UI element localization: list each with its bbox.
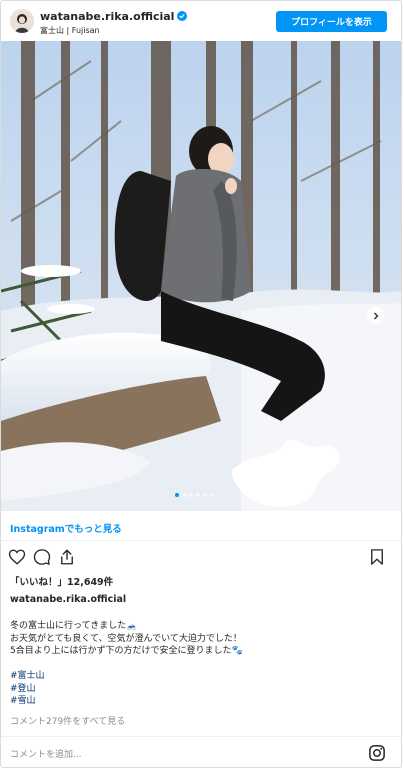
share-icon <box>61 549 73 565</box>
hashtag-link[interactable]: #雪山 <box>10 695 395 708</box>
caption-line: 冬の富士山に行ってきました🗻 <box>10 621 138 631</box>
caption-username[interactable]: watanabe.rika.official <box>10 594 126 605</box>
carousel-dot <box>175 493 179 497</box>
instagram-embed-card: watanabe.rika.official 富士山 | Fujisan プロフ… <box>0 0 402 768</box>
action-bar <box>1 545 401 569</box>
header-username-text[interactable]: watanabe.rika.official <box>40 10 174 23</box>
hashtag-link[interactable]: #富士山 <box>10 670 395 683</box>
carousel-dot <box>203 493 207 497</box>
see-more-row: Instagramでもっと見る <box>1 513 401 541</box>
add-comment-input[interactable]: コメントを追加... <box>10 747 82 760</box>
verified-badge-icon <box>177 11 188 21</box>
comment-button[interactable] <box>32 547 52 567</box>
post-image <box>1 41 401 511</box>
location-label[interactable]: 富士山 | Fujisan <box>40 25 100 36</box>
hashtag-link[interactable]: #登山 <box>10 683 395 696</box>
instagram-logo-icon[interactable] <box>368 744 386 762</box>
heart-icon <box>8 549 26 565</box>
comment-icon <box>33 549 51 565</box>
caption-text: 冬の富士山に行ってきました🗻 お天気がとても良くて、空気が澄んでいて大迫力でした… <box>10 620 395 708</box>
post-header: watanabe.rika.official 富士山 | Fujisan プロフ… <box>1 1 401 41</box>
like-button[interactable] <box>7 547 27 567</box>
avatar[interactable] <box>10 9 34 33</box>
caption-line: お天気がとても良くて、空気が澄んでいて大迫力でした！ <box>10 633 242 644</box>
caption-line: 5合目より上には行かず下の方だけで安全に登りました🐾 <box>10 646 243 656</box>
post-photo[interactable] <box>1 41 401 511</box>
carousel-dot <box>196 493 200 497</box>
view-all-comments-link[interactable]: コメント279件をすべて見る <box>10 714 125 727</box>
header-username[interactable]: watanabe.rika.official <box>40 10 188 23</box>
carousel-dot <box>189 493 193 497</box>
carousel-dot <box>182 493 186 497</box>
bookmark-icon <box>371 549 383 565</box>
chevron-right-icon <box>373 312 378 319</box>
view-profile-button[interactable]: プロフィールを表示 <box>276 11 387 32</box>
carousel-dot <box>210 493 214 497</box>
likes-count[interactable]: 「いいね！」12,649件 <box>10 574 113 588</box>
carousel-next-button[interactable] <box>367 307 384 324</box>
share-button[interactable] <box>57 547 77 567</box>
save-button[interactable] <box>367 547 387 567</box>
carousel-indicator <box>175 493 214 497</box>
see-more-link[interactable]: Instagramでもっと見る <box>10 521 122 535</box>
comment-bar: コメントを追加... <box>1 736 401 767</box>
